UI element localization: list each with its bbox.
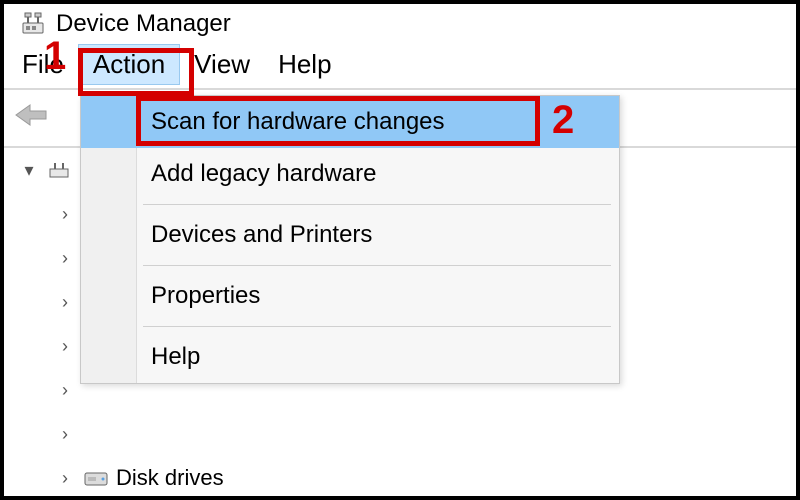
- chevron-right-icon: ›: [54, 380, 76, 401]
- titlebar: Device Manager: [4, 4, 796, 40]
- menu-properties[interactable]: Properties: [81, 270, 619, 322]
- computer-icon: [48, 159, 70, 181]
- tree-item-label: Disk drives: [116, 465, 224, 491]
- menu-scan-hardware[interactable]: Scan for hardware changes: [81, 96, 619, 148]
- menu-view[interactable]: View: [180, 45, 264, 84]
- chevron-right-icon: ›: [54, 204, 76, 225]
- device-manager-icon: [20, 11, 46, 37]
- menu-add-legacy[interactable]: Add legacy hardware: [81, 148, 619, 200]
- menu-separator: [143, 326, 611, 327]
- arrow-left-icon: [12, 101, 52, 135]
- chevron-right-icon: ›: [54, 336, 76, 357]
- menu-help[interactable]: Help: [264, 45, 345, 84]
- menu-separator: [143, 204, 611, 205]
- action-dropdown: Scan for hardware changes Add legacy har…: [80, 95, 620, 384]
- window-title: Device Manager: [56, 10, 231, 38]
- menu-action[interactable]: Action: [78, 44, 180, 85]
- chevron-right-icon: ›: [54, 292, 76, 313]
- tree-item-disk-drives[interactable]: › Disk drives: [18, 456, 796, 500]
- chevron-right-icon: ›: [54, 248, 76, 269]
- menu-help[interactable]: Help: [81, 331, 619, 383]
- chevron-right-icon: ›: [54, 468, 76, 489]
- chevron-right-icon: ›: [54, 424, 76, 445]
- device-manager-window: Device Manager File Action View Help ▾: [0, 0, 800, 500]
- disk-drive-icon: [84, 468, 108, 488]
- tree-item[interactable]: ›: [18, 412, 796, 456]
- chevron-down-icon: ▾: [18, 160, 40, 181]
- menu-file[interactable]: File: [8, 45, 78, 84]
- back-button[interactable]: [10, 96, 54, 140]
- menubar: File Action View Help: [4, 40, 796, 88]
- menu-separator: [143, 265, 611, 266]
- menu-devices-printers[interactable]: Devices and Printers: [81, 209, 619, 261]
